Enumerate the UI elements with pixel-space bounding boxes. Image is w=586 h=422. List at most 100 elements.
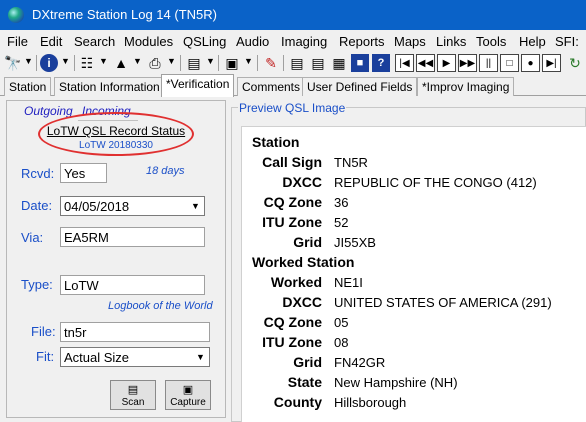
scan-button[interactable]: ▤ Scan bbox=[110, 380, 156, 410]
scanner-icon: ▤ bbox=[127, 384, 139, 396]
callsign-label: Call Sign bbox=[262, 154, 322, 170]
network-icon[interactable]: ▲ bbox=[112, 54, 130, 72]
toolbar: 🔭 ▼ i ▼ ☷ ▼ ▲ ▼ ⎙ ▼ ▤ ▼ ▣ ▼ ✎ ▤ ▤ ▦ ■ ? … bbox=[0, 52, 586, 74]
worked-station-heading: Worked Station bbox=[252, 254, 355, 270]
menu-qsling[interactable]: QSLing bbox=[183, 34, 226, 49]
toolbar-separator bbox=[74, 55, 75, 71]
county-value: Hillsborough bbox=[334, 395, 407, 410]
menu-edit[interactable]: Edit bbox=[40, 34, 62, 49]
chevron-down-icon[interactable]: ▼ bbox=[192, 348, 209, 366]
file-field[interactable]: tn5r bbox=[60, 322, 210, 342]
app-globe-icon bbox=[8, 7, 24, 23]
monitor-icon[interactable]: ▣ bbox=[223, 54, 241, 72]
monitor-icon: ▣ bbox=[182, 384, 194, 396]
tab-verification[interactable]: *Verification bbox=[161, 74, 235, 97]
toolbar-separator bbox=[257, 55, 258, 71]
qsl-preview-image: Station Call Sign TN5R DXCC REPUBLIC OF … bbox=[241, 126, 586, 422]
fit-select[interactable]: Actual Size ▼ bbox=[60, 347, 210, 367]
type-field[interactable]: LoTW bbox=[60, 275, 205, 295]
book-icon[interactable]: ■ bbox=[351, 54, 369, 72]
skip-back-icon[interactable]: |◀ bbox=[395, 54, 414, 72]
callsign-value: TN5R bbox=[334, 155, 368, 170]
dxcc-value: REPUBLIC OF THE CONGO (412) bbox=[334, 175, 537, 190]
grid-icon[interactable]: ▦ bbox=[330, 54, 348, 72]
highlight-circle bbox=[38, 112, 194, 156]
menu-links[interactable]: Links bbox=[436, 34, 466, 49]
refresh-icon[interactable]: ↻ bbox=[566, 54, 584, 72]
info-icon[interactable]: i bbox=[40, 54, 58, 72]
record-icon[interactable]: ● bbox=[521, 54, 540, 72]
stop-icon[interactable]: □ bbox=[500, 54, 519, 72]
binoculars-icon[interactable]: 🔭 bbox=[4, 54, 22, 72]
run-icon[interactable]: ✎ bbox=[262, 54, 280, 72]
state-label: State bbox=[287, 374, 322, 390]
menu-reports[interactable]: Reports bbox=[339, 34, 385, 49]
fit-label: Fit: bbox=[36, 349, 55, 364]
menu-bar: File Edit Search Modules QSLing Audio Im… bbox=[0, 30, 586, 64]
toolbar-separator bbox=[180, 55, 181, 71]
window-title: DXtreme Station Log 14 (TN5R) bbox=[32, 7, 217, 22]
worked-dxcc-value: UNITED STATES OF AMERICA (291) bbox=[334, 295, 552, 310]
worked-label: Worked bbox=[270, 274, 322, 290]
menu-imaging[interactable]: Imaging bbox=[281, 34, 327, 49]
notes-icon[interactable]: ▤ bbox=[309, 54, 327, 72]
type-description: Logbook of the World bbox=[108, 300, 213, 312]
via-field[interactable]: EA5RM bbox=[60, 227, 205, 247]
chevron-down-icon[interactable]: ▼ bbox=[24, 56, 33, 66]
menu-file[interactable]: File bbox=[7, 34, 28, 49]
forward-icon[interactable]: ▶▶ bbox=[458, 54, 477, 72]
menu-help[interactable]: Help bbox=[519, 34, 546, 49]
worked-itu-value: 08 bbox=[334, 335, 349, 350]
chevron-down-icon[interactable]: ▼ bbox=[167, 56, 176, 66]
menu-maps[interactable]: Maps bbox=[394, 34, 426, 49]
skip-forward-icon[interactable]: ▶| bbox=[542, 54, 561, 72]
worked-dxcc-label: DXCC bbox=[282, 294, 322, 310]
play-icon[interactable]: ▶ bbox=[437, 54, 456, 72]
date-label: Date: bbox=[21, 198, 53, 213]
worked-value: NE1I bbox=[334, 275, 363, 290]
rcvd-field[interactable]: Yes bbox=[60, 163, 107, 183]
chevron-down-icon[interactable]: ▼ bbox=[187, 197, 204, 215]
capture-button[interactable]: ▣ Capture bbox=[165, 380, 211, 410]
fit-value: Actual Size bbox=[64, 350, 130, 365]
tab-station-information[interactable]: Station Information bbox=[54, 77, 165, 96]
grid-label: Grid bbox=[293, 234, 322, 250]
chevron-down-icon[interactable]: ▼ bbox=[61, 56, 70, 66]
menu-tools[interactable]: Tools bbox=[476, 34, 506, 49]
list-icon[interactable]: ☷ bbox=[78, 54, 96, 72]
file-label: File: bbox=[31, 324, 56, 339]
pause-icon[interactable]: || bbox=[479, 54, 498, 72]
chevron-down-icon[interactable]: ▼ bbox=[133, 56, 142, 66]
calendar-icon[interactable]: ▤ bbox=[185, 54, 203, 72]
tab-improv-imaging[interactable]: *Improv Imaging bbox=[417, 77, 515, 96]
type-label: Type: bbox=[21, 277, 53, 292]
rewind-icon[interactable]: ◀◀ bbox=[416, 54, 435, 72]
county-label: County bbox=[273, 394, 322, 410]
chevron-down-icon[interactable]: ▼ bbox=[206, 56, 215, 66]
document-icon[interactable]: ▤ bbox=[288, 54, 306, 72]
toolbar-separator bbox=[36, 55, 37, 71]
worked-grid-value: FN42GR bbox=[334, 355, 386, 370]
capture-label: Capture bbox=[170, 397, 206, 408]
itu-zone-value: 52 bbox=[334, 215, 349, 230]
chevron-down-icon[interactable]: ▼ bbox=[99, 56, 108, 66]
help-icon[interactable]: ? bbox=[372, 54, 390, 72]
printer-icon[interactable]: ⎙ bbox=[146, 54, 164, 72]
subtab-outgoing[interactable]: Outgoing bbox=[24, 104, 73, 118]
state-value: New Hampshire (NH) bbox=[334, 375, 458, 390]
menu-audio[interactable]: Audio bbox=[236, 34, 269, 49]
chevron-down-icon[interactable]: ▼ bbox=[244, 56, 253, 66]
menu-modules[interactable]: Modules bbox=[124, 34, 173, 49]
cq-zone-label: CQ Zone bbox=[263, 194, 322, 210]
station-heading: Station bbox=[252, 134, 300, 150]
menu-search[interactable]: Search bbox=[74, 34, 115, 49]
cq-zone-value: 36 bbox=[334, 195, 349, 210]
toolbar-separator bbox=[218, 55, 219, 71]
date-picker[interactable]: 04/05/2018 ▼ bbox=[60, 196, 205, 216]
tab-comments[interactable]: Comments bbox=[237, 77, 306, 96]
tab-user-defined-fields[interactable]: User Defined Fields bbox=[302, 77, 418, 96]
tab-station[interactable]: Station bbox=[4, 77, 52, 96]
grid-value: JI55XB bbox=[334, 235, 376, 250]
scan-label: Scan bbox=[121, 397, 145, 408]
via-label: Via: bbox=[21, 230, 44, 245]
